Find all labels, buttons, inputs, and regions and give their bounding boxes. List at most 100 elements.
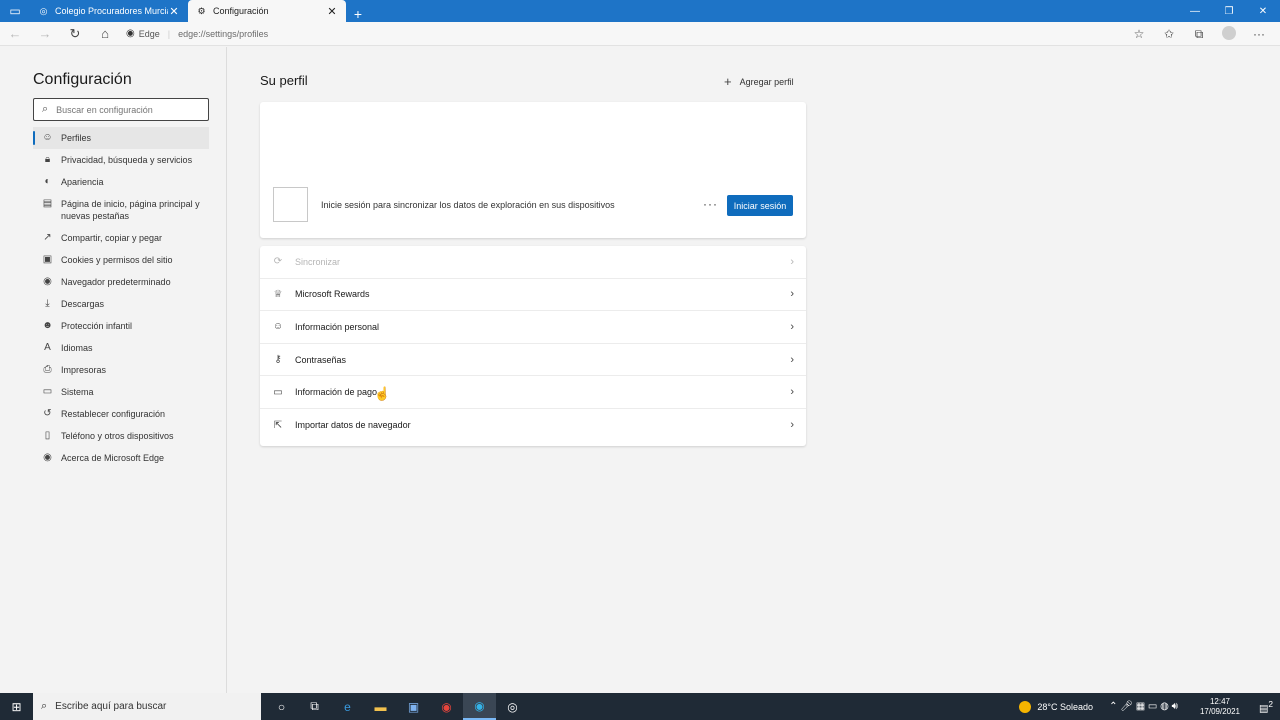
- search-input[interactable]: [56, 104, 197, 115]
- tab-configuracion[interactable]: ⚙ Configuración ✕: [188, 0, 346, 22]
- close-window-icon[interactable]: ✕: [1246, 0, 1280, 22]
- signin-button[interactable]: Iniciar sesión: [727, 195, 793, 216]
- task-view-icon[interactable]: ⧉: [298, 693, 331, 720]
- system-icon: ▭: [42, 386, 53, 397]
- more-icon[interactable]: ···: [1244, 27, 1274, 41]
- row-info-personal[interactable]: ☺ Información personal ›: [260, 311, 806, 344]
- forward-icon[interactable]: →: [30, 26, 60, 41]
- edge-icon: ◉: [126, 28, 135, 39]
- row-label: Sincronizar: [295, 256, 341, 267]
- sidebar-item-label: Teléfono y otros dispositivos: [61, 431, 174, 441]
- sidebar-item-idiomas[interactable]: A Idiomas: [33, 337, 209, 359]
- add-favorite-icon[interactable]: ☆: [1124, 27, 1154, 41]
- divider: |: [167, 28, 171, 39]
- import-icon: ⇱: [273, 419, 283, 431]
- sidebar-item-navegador[interactable]: ◉ Navegador predeterminado: [33, 271, 209, 293]
- close-tab-icon[interactable]: ✕: [168, 5, 180, 18]
- office-icon[interactable]: ▣: [397, 693, 430, 720]
- sidebar-item-restablecer[interactable]: ↺ Restablecer configuración: [33, 403, 209, 425]
- row-sincronizar[interactable]: ⟳ Sincronizar ›: [260, 246, 806, 279]
- home-icon[interactable]: ⌂: [90, 26, 120, 41]
- sidebar-item-proteccion[interactable]: ☻ Protección infantil: [33, 315, 209, 337]
- windows-start-icon[interactable]: ⊞: [0, 693, 33, 720]
- home-page-icon: ▤: [42, 198, 53, 209]
- sidebar-item-label: Sistema: [61, 387, 94, 397]
- row-label: Microsoft Rewards: [295, 289, 370, 300]
- sidebar-item-inicio[interactable]: ▤ Página de inicio, página principal y nu…: [33, 193, 209, 227]
- row-rewards[interactable]: ♕ Microsoft Rewards ›: [260, 279, 806, 312]
- settings-search[interactable]: ⌕: [33, 98, 209, 121]
- new-tab-button[interactable]: +: [346, 6, 370, 22]
- search-icon: ⌕: [41, 700, 48, 712]
- url-field[interactable]: ◉ Edge | edge://settings/profiles: [126, 28, 268, 39]
- family-icon: ☻: [42, 320, 53, 331]
- address-bar: ← → ↻ ⌂ ◉ Edge | edge://settings/profile…: [0, 22, 1280, 46]
- toolbar-right: ☆ ✩ ⧉ ···: [1124, 22, 1274, 46]
- chevron-right-icon: ›: [790, 386, 794, 399]
- weather-text[interactable]: 28°C Soleado: [1037, 702, 1093, 712]
- browser-icon: ◉: [43, 276, 52, 287]
- tab-actions-icon[interactable]: ▭: [0, 0, 30, 22]
- sidebar-item-sistema[interactable]: ▭ Sistema: [33, 381, 209, 403]
- tab-colegio[interactable]: ◎ Colegio Procuradores Murcia ✕: [30, 0, 188, 22]
- reset-icon: ↺: [43, 408, 52, 419]
- edge-taskbar-icon[interactable]: ◉: [463, 693, 496, 720]
- taskbar-apps: ○ ⧉ e ▬ ▣ ◉ ◉ ◎: [265, 693, 529, 720]
- sidebar-item-acerca[interactable]: ◉ Acerca de Microsoft Edge: [33, 447, 209, 469]
- chrome-icon[interactable]: ◉: [430, 693, 463, 720]
- sidebar-item-impresoras[interactable]: ⎙ Impresoras: [33, 359, 209, 381]
- profile-settings-list: ⟳ Sincronizar › ♕ Microsoft Rewards › ☺ …: [260, 246, 806, 446]
- profile-icon: ☺: [42, 132, 53, 143]
- collections-icon[interactable]: ⧉: [1184, 27, 1214, 42]
- window-controls: — ❐ ✕: [1178, 0, 1280, 22]
- obs-icon[interactable]: ◎: [496, 693, 529, 720]
- sidebar-item-label: Navegador predeterminado: [61, 277, 171, 287]
- sidebar-item-label: Impresoras: [61, 365, 107, 375]
- row-info-pago[interactable]: ▭ Información de pago ›: [260, 376, 806, 409]
- phone-icon: ▯: [44, 430, 51, 441]
- notification-icon[interactable]: ▤2: [1252, 699, 1280, 714]
- add-profile-button[interactable]: + Agregar perfil: [724, 74, 794, 89]
- profile-avatar[interactable]: [1214, 25, 1244, 43]
- cortana-icon[interactable]: ○: [265, 693, 298, 720]
- minimize-icon[interactable]: —: [1178, 0, 1212, 22]
- favorites-icon[interactable]: ✩: [1154, 27, 1184, 41]
- edge-icon: ◉: [43, 452, 52, 463]
- sidebar-item-label: Acerca de Microsoft Edge: [61, 453, 165, 463]
- settings-sidebar: Configuración ⌕ ☺ Perfiles 🔒︎ Privacidad, …: [0, 47, 227, 693]
- clock[interactable]: 12:47 17/09/2021: [1200, 697, 1240, 717]
- chevron-right-icon: ›: [790, 255, 794, 268]
- appearance-icon: ◐: [44, 176, 51, 187]
- plus-icon: +: [724, 74, 732, 89]
- sidebar-item-telefono[interactable]: ▯ Teléfono y otros dispositivos: [33, 425, 209, 447]
- row-label: Información personal: [295, 321, 380, 332]
- sidebar-item-cookies[interactable]: ▣ Cookies y permisos del sitio: [33, 249, 209, 271]
- add-profile-label: Agregar perfil: [739, 76, 794, 87]
- sidebar-item-privacidad[interactable]: 🔒︎ Privacidad, búsqueda y servicios: [33, 149, 209, 171]
- sidebar-item-perfiles[interactable]: ☺ Perfiles: [33, 127, 209, 149]
- ie-icon[interactable]: e: [331, 693, 364, 720]
- back-icon[interactable]: ←: [0, 26, 30, 41]
- more-options-icon[interactable]: ···: [703, 197, 718, 211]
- lock-icon: 🔒︎: [44, 154, 51, 165]
- tray-icons[interactable]: ⌃ 🎤︎ ▦ ▭ ◍ 🔊︎: [1109, 701, 1178, 712]
- maximize-icon[interactable]: ❐: [1212, 0, 1246, 22]
- close-tab-icon[interactable]: ✕: [326, 5, 338, 18]
- sidebar-item-label: Privacidad, búsqueda y servicios: [61, 155, 193, 165]
- row-importar[interactable]: ⇱ Importar datos de navegador ›: [260, 409, 806, 442]
- taskbar-search[interactable]: ⌕ Escribe aquí para buscar: [33, 693, 261, 720]
- signin-message: Inicie sesión para sincronizar los datos…: [321, 200, 615, 210]
- sidebar-item-compartir[interactable]: ↗ Compartir, copiar y pegar: [33, 227, 209, 249]
- sidebar-item-apariencia[interactable]: ◐ Apariencia: [33, 171, 209, 193]
- row-label: Importar datos de navegador: [295, 420, 411, 431]
- trophy-icon: ♕: [273, 288, 283, 300]
- refresh-icon[interactable]: ↻: [60, 26, 90, 42]
- chevron-right-icon: ›: [790, 320, 794, 333]
- file-explorer-icon[interactable]: ▬: [364, 693, 397, 720]
- sidebar-item-descargas[interactable]: ⤓ Descargas: [33, 293, 209, 315]
- sidebar-item-label: Restablecer configuración: [61, 409, 166, 419]
- gear-icon: ⚙: [197, 5, 206, 16]
- row-contrasenas[interactable]: ⚷ Contraseñas ›: [260, 344, 806, 377]
- date: 17/09/2021: [1199, 706, 1240, 716]
- key-icon: ⚷: [274, 354, 282, 366]
